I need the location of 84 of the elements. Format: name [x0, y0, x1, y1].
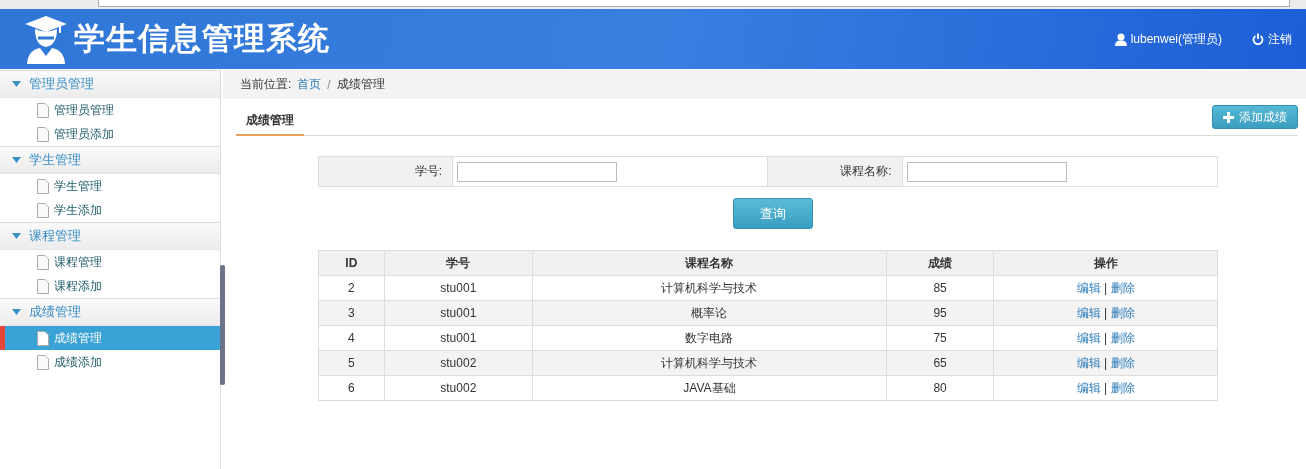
user-name: lubenwei(管理员) — [1130, 30, 1222, 48]
app-title: 学生信息管理系统 — [74, 19, 330, 58]
document-icon — [37, 354, 49, 370]
caret-down-icon — [12, 309, 21, 315]
sidebar-item[interactable]: 课程管理 — [0, 250, 220, 274]
tab[interactable]: 成绩管理 — [236, 107, 304, 136]
document-icon — [37, 202, 49, 218]
sidebar-item[interactable]: 学生管理 — [0, 174, 220, 198]
action-link[interactable]: 编辑 — [1076, 305, 1101, 320]
table-cell: 95 — [886, 300, 994, 326]
scrollbar[interactable] — [220, 265, 225, 385]
table-cell: 2 — [318, 275, 385, 301]
table-cell: stu002 — [384, 350, 533, 376]
column-header: 学号 — [384, 250, 533, 276]
table-cell: JAVA基础 — [532, 375, 887, 401]
field-label: 课程名称: — [768, 156, 903, 187]
document-icon — [37, 178, 49, 194]
query-button[interactable]: 查询 — [733, 198, 813, 229]
sidebar-group-header[interactable]: 成绩管理 — [0, 298, 220, 326]
table-cell: stu002 — [384, 375, 533, 401]
table-cell: 75 — [886, 325, 994, 351]
input-field[interactable] — [457, 161, 618, 182]
breadcrumb-current: 成绩管理 — [336, 76, 385, 93]
table-cell: 5 — [318, 350, 385, 376]
caret-down-icon — [12, 233, 21, 239]
address-bar[interactable] — [98, 0, 1290, 7]
table-cell: 85 — [886, 275, 994, 301]
power-icon — [1252, 33, 1264, 45]
table-cell: 80 — [886, 375, 994, 401]
action-link[interactable]: 编辑 — [1076, 330, 1101, 345]
field-label: 学号: — [318, 156, 453, 187]
breadcrumb-link[interactable]: 首页 — [297, 76, 322, 93]
sidebar-item[interactable]: 管理员添加 — [0, 122, 220, 146]
column-header: ID — [318, 250, 385, 276]
document-icon — [37, 102, 49, 118]
link-separator: | — [1104, 280, 1108, 295]
caret-down-icon — [12, 157, 21, 163]
action-link[interactable]: 删除 — [1110, 355, 1135, 370]
action-link[interactable]: 删除 — [1110, 330, 1135, 345]
table-cell: 计算机科学与技术 — [532, 275, 887, 301]
sidebar-group-header[interactable]: 管理员管理 — [0, 70, 220, 98]
graduate-logo-icon — [24, 14, 68, 64]
table-cell: 4 — [318, 325, 385, 351]
link-separator: | — [1104, 380, 1108, 395]
table-cell: stu001 — [384, 275, 533, 301]
table-cell: 3 — [318, 300, 385, 326]
document-icon — [37, 126, 49, 142]
action-link[interactable]: 编辑 — [1076, 380, 1101, 395]
table-cell: stu001 — [384, 300, 533, 326]
table-cell: 数字电路 — [532, 325, 887, 351]
document-icon — [37, 254, 49, 270]
input-field[interactable] — [906, 161, 1067, 182]
table-cell: 6 — [318, 375, 385, 401]
user-icon — [1114, 32, 1127, 46]
action-link[interactable]: 删除 — [1110, 280, 1135, 295]
breadcrumb-separator: / — [327, 77, 331, 92]
table-cell: 65 — [886, 350, 994, 376]
sidebar-item[interactable]: 成绩添加 — [0, 350, 220, 374]
link-separator: | — [1104, 330, 1108, 345]
column-header: 成绩 — [886, 250, 994, 276]
breadcrumb-label: 当前位置: — [240, 76, 292, 93]
table-cell: 概率论 — [532, 300, 887, 326]
document-icon — [37, 278, 49, 294]
column-header: 课程名称 — [532, 250, 887, 276]
document-icon — [37, 330, 49, 346]
plus-icon — [1223, 111, 1234, 123]
link-separator: | — [1104, 305, 1108, 320]
add-grade-button[interactable]: 添加成绩 — [1212, 105, 1298, 129]
action-link[interactable]: 编辑 — [1076, 355, 1101, 370]
action-link[interactable]: 删除 — [1110, 380, 1135, 395]
sidebar-item[interactable]: 学生添加 — [0, 198, 220, 222]
sidebar-item[interactable]: 成绩管理 — [0, 326, 220, 350]
sidebar-group-header[interactable]: 学生管理 — [0, 146, 220, 174]
action-link[interactable]: 删除 — [1110, 305, 1135, 320]
column-header: 操作 — [993, 250, 1218, 276]
action-link[interactable]: 编辑 — [1076, 280, 1101, 295]
sidebar-item[interactable]: 管理员管理 — [0, 98, 220, 122]
caret-down-icon — [12, 81, 21, 87]
table-cell: 计算机科学与技术 — [532, 350, 887, 376]
link-separator: | — [1104, 355, 1108, 370]
sidebar-group-header[interactable]: 课程管理 — [0, 222, 220, 250]
table-cell: stu001 — [384, 325, 533, 351]
sidebar-item[interactable]: 课程添加 — [0, 274, 220, 298]
logout-link[interactable]: 注销 — [1252, 30, 1292, 48]
